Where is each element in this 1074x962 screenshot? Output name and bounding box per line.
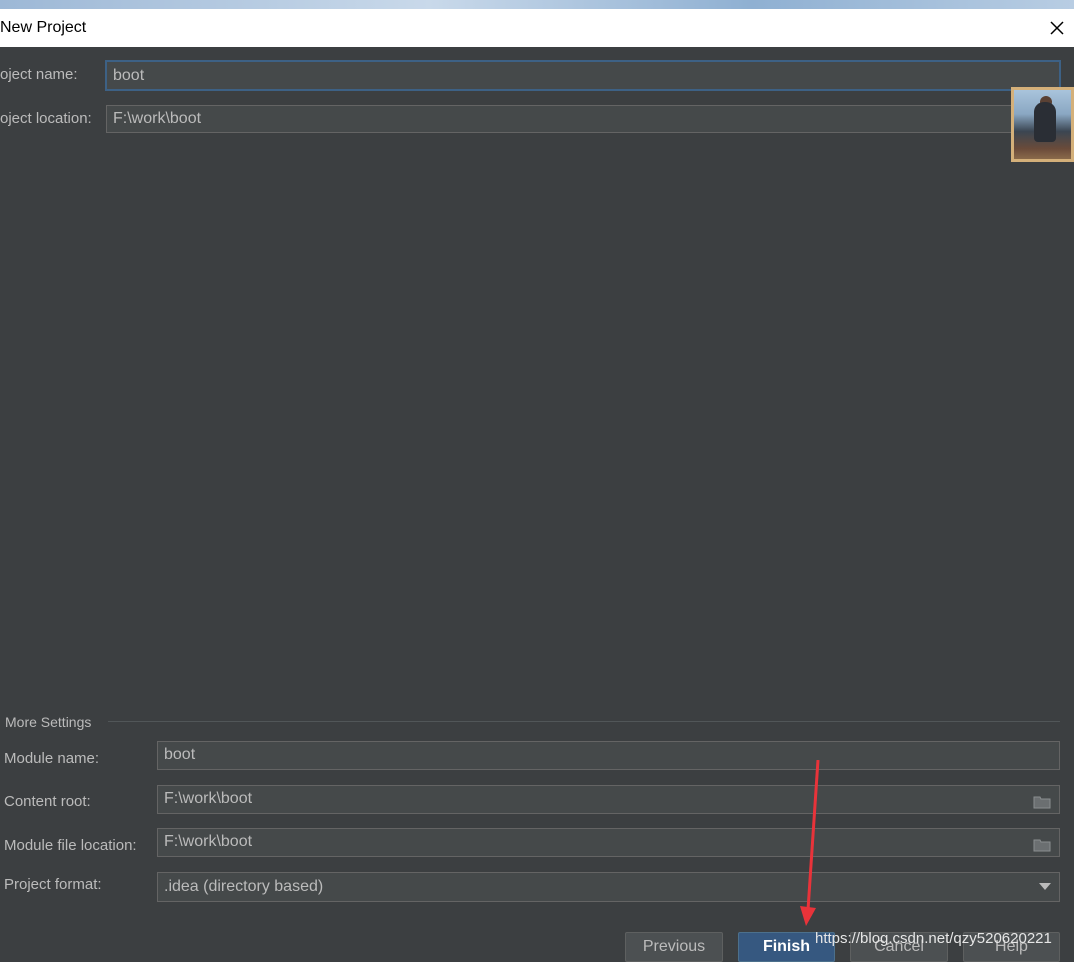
desktop-background-strip bbox=[0, 0, 1074, 9]
close-icon[interactable] bbox=[1046, 17, 1068, 39]
project-location-input[interactable]: F:\work\boot bbox=[106, 105, 1016, 133]
title-bar: New Project bbox=[0, 9, 1074, 47]
watermark-text: https://blog.csdn.net/qzy520620221 bbox=[815, 930, 1052, 947]
project-name-input[interactable]: boot bbox=[105, 60, 1061, 91]
more-settings-divider bbox=[108, 721, 1060, 722]
project-location-label: oject location: bbox=[0, 110, 92, 127]
module-name-label: Module name: bbox=[4, 750, 100, 767]
user-avatar bbox=[1011, 87, 1074, 162]
content-root-value: F:\work\boot bbox=[164, 790, 253, 807]
project-format-value: .idea (directory based) bbox=[164, 878, 324, 895]
content-root-label: Content root: bbox=[4, 793, 91, 810]
module-file-location-label: Module file location: bbox=[4, 837, 137, 854]
annotation-arrow-icon bbox=[800, 760, 820, 926]
content-root-field[interactable]: F:\work\boot bbox=[157, 785, 1060, 814]
folder-icon[interactable] bbox=[1033, 792, 1051, 809]
project-name-label: oject name: bbox=[0, 66, 78, 83]
more-settings-header[interactable]: More Settings bbox=[5, 714, 91, 730]
project-format-select[interactable]: .idea (directory based) bbox=[157, 872, 1060, 902]
module-file-location-field[interactable]: F:\work\boot bbox=[157, 828, 1060, 857]
chevron-down-icon bbox=[1039, 883, 1051, 890]
folder-icon[interactable] bbox=[1033, 835, 1051, 852]
module-file-location-value: F:\work\boot bbox=[164, 833, 253, 850]
previous-button[interactable]: Previous bbox=[625, 932, 723, 962]
window-title: New Project bbox=[0, 19, 87, 36]
module-name-input[interactable]: boot bbox=[157, 741, 1060, 770]
project-format-label: Project format: bbox=[4, 876, 102, 893]
